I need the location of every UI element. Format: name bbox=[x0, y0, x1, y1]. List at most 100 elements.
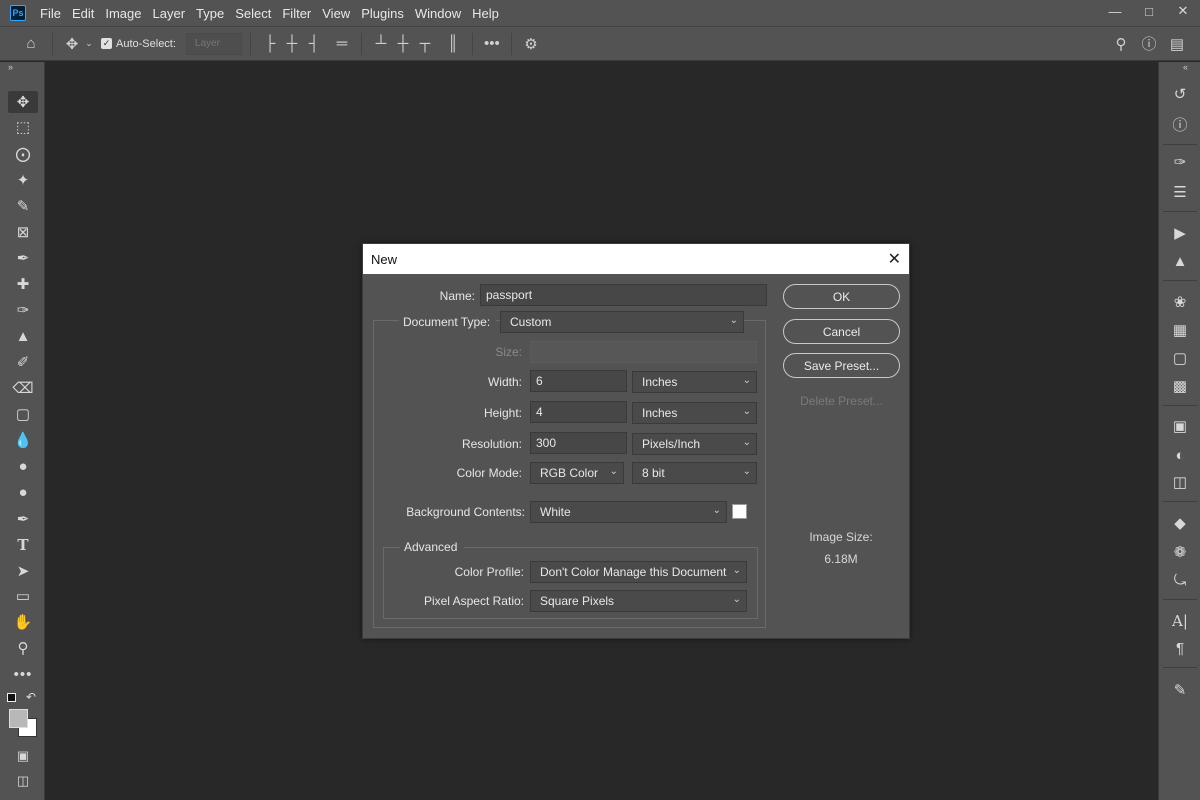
screen-mode-icon[interactable]: ◫ bbox=[8, 770, 38, 792]
menu-file[interactable]: File bbox=[40, 6, 61, 21]
eraser-icon[interactable]: ⌫ bbox=[8, 377, 38, 399]
gradient-icon[interactable]: ▢ bbox=[8, 403, 38, 425]
align-left-icon[interactable]: ├ bbox=[259, 33, 281, 55]
background-color-swatch[interactable] bbox=[732, 504, 747, 519]
blur-icon[interactable]: 💧 bbox=[8, 429, 38, 451]
menu-image[interactable]: Image bbox=[105, 6, 141, 21]
menu-select[interactable]: Select bbox=[235, 6, 271, 21]
color-mode-select[interactable]: RGB Color ⌄ bbox=[530, 462, 624, 484]
color-palette-icon[interactable]: ❀ bbox=[1167, 291, 1193, 313]
healing-icon[interactable]: ✚ bbox=[8, 273, 38, 295]
paths-icon[interactable]: ⤿ bbox=[1167, 569, 1193, 591]
actions-play-icon[interactable]: ▶ bbox=[1167, 222, 1193, 244]
adjustments-icon[interactable]: ◐ bbox=[1167, 444, 1193, 466]
notes-icon[interactable]: ✎ bbox=[1167, 679, 1193, 701]
eyedropper-brush-icon[interactable]: ✎ bbox=[8, 195, 38, 217]
swatches-grid-icon[interactable]: ▦ bbox=[1167, 319, 1193, 341]
collapse-icon[interactable]: « bbox=[1183, 62, 1188, 72]
resolution-unit-select[interactable]: Pixels/Inch ⌄ bbox=[632, 433, 757, 455]
menu-view[interactable]: View bbox=[322, 6, 350, 21]
move-icon[interactable]: ✥ bbox=[8, 91, 38, 113]
cancel-button[interactable]: Cancel bbox=[783, 319, 900, 344]
patterns-icon[interactable]: ▩ bbox=[1167, 375, 1193, 397]
menu-filter[interactable]: Filter bbox=[282, 6, 311, 21]
zoom-icon[interactable]: ⚲ bbox=[8, 637, 38, 659]
more-options-icon[interactable]: ••• bbox=[481, 33, 503, 55]
gear-icon[interactable]: ⚙ bbox=[520, 33, 542, 55]
height-unit-select[interactable]: Inches ⌄ bbox=[632, 402, 757, 424]
default-colors-icon[interactable] bbox=[7, 693, 16, 702]
move-tool-icon[interactable]: ✥ bbox=[61, 33, 83, 55]
align-center-icon[interactable]: ┼ bbox=[281, 33, 303, 55]
pen-icon[interactable]: ✒ bbox=[8, 508, 38, 530]
menu-edit[interactable]: Edit bbox=[72, 6, 94, 21]
rectangle-icon[interactable]: ▭ bbox=[8, 585, 38, 607]
color-profile-select[interactable]: Don't Color Manage this Document ⌄ bbox=[530, 561, 747, 583]
menu-help[interactable]: Help bbox=[472, 6, 499, 21]
quick-mask-icon[interactable]: ▣ bbox=[8, 745, 38, 767]
home-icon[interactable]: ⌂ bbox=[20, 33, 42, 55]
pixel-aspect-select[interactable]: Square Pixels ⌄ bbox=[530, 590, 747, 612]
hand-icon[interactable]: ✋ bbox=[8, 611, 38, 633]
photoshop-logo[interactable]: Ps bbox=[10, 5, 26, 21]
dodge-icon[interactable]: ● bbox=[8, 455, 38, 477]
maximize-icon[interactable]: □ bbox=[1132, 0, 1166, 22]
width-input[interactable]: 6 bbox=[530, 370, 627, 392]
clone-source-icon[interactable]: ▲ bbox=[1167, 250, 1193, 272]
name-input[interactable]: passport bbox=[480, 284, 767, 306]
stamp-icon[interactable]: ▲ bbox=[8, 325, 38, 347]
help-icon[interactable]: ⓘ bbox=[1138, 33, 1160, 55]
smudge-icon[interactable]: ● bbox=[8, 481, 38, 503]
brush-icon[interactable]: ✑ bbox=[8, 299, 38, 321]
menu-window[interactable]: Window bbox=[415, 6, 461, 21]
align-middle-icon[interactable]: ┼ bbox=[392, 33, 414, 55]
type-icon[interactable]: T bbox=[8, 534, 38, 556]
history-brush-icon[interactable]: ✐ bbox=[8, 351, 38, 373]
foreground-color-swatch[interactable] bbox=[9, 709, 28, 728]
workspace-icon[interactable]: ▤ bbox=[1166, 33, 1188, 55]
lasso-icon[interactable]: ⨀ bbox=[8, 143, 38, 165]
width-unit-select[interactable]: Inches ⌄ bbox=[632, 371, 757, 393]
more-icon[interactable]: ••• bbox=[8, 663, 38, 685]
channels-icon[interactable]: ❁ bbox=[1167, 541, 1193, 563]
path-select-icon[interactable]: ➤ bbox=[8, 560, 38, 582]
checkbox-icon[interactable]: ✓ bbox=[101, 38, 112, 49]
align-right-icon[interactable]: ┤ bbox=[303, 33, 325, 55]
paragraph-icon[interactable]: ¶ bbox=[1167, 637, 1193, 659]
close-icon[interactable]: ✕ bbox=[888, 249, 901, 269]
distribute-icon[interactable]: ═ bbox=[331, 33, 353, 55]
collapse-icon[interactable]: » bbox=[8, 62, 13, 72]
background-contents-select[interactable]: White ⌄ bbox=[530, 501, 727, 523]
marquee-icon[interactable]: ⬚ bbox=[8, 116, 38, 138]
layers-icon[interactable]: ◆ bbox=[1167, 512, 1193, 534]
resolution-input[interactable]: 300 bbox=[530, 432, 627, 454]
close-icon[interactable]: ✕ bbox=[1166, 0, 1200, 22]
height-input[interactable]: 4 bbox=[530, 401, 627, 423]
adjust-icon[interactable]: ☰ bbox=[1167, 181, 1193, 203]
eyedropper-icon[interactable]: ✒ bbox=[8, 247, 38, 269]
auto-select-checkbox[interactable]: ✓ Auto-Select: bbox=[101, 38, 176, 50]
info-icon[interactable]: ⓘ bbox=[1167, 113, 1193, 135]
chevron-down-icon[interactable]: ⌄ bbox=[83, 33, 95, 55]
minimize-icon[interactable]: — bbox=[1098, 0, 1132, 22]
distribute-vertical-icon[interactable]: ║ bbox=[442, 33, 464, 55]
properties-icon[interactable]: ◫ bbox=[1167, 471, 1193, 493]
frame-icon[interactable]: ⊠ bbox=[8, 221, 38, 243]
search-icon[interactable]: ⚲ bbox=[1110, 33, 1132, 55]
align-bottom-icon[interactable]: ┬ bbox=[414, 33, 436, 55]
swap-colors-icon[interactable]: ↶ bbox=[26, 690, 36, 704]
align-top-icon[interactable]: ┴ bbox=[370, 33, 392, 55]
save-preset-button[interactable]: Save Preset... bbox=[783, 353, 900, 378]
menu-layer[interactable]: Layer bbox=[153, 6, 186, 21]
brush-settings-icon[interactable]: ✑ bbox=[1167, 151, 1193, 173]
document-type-select[interactable]: Custom ⌄ bbox=[500, 311, 744, 333]
menu-type[interactable]: Type bbox=[196, 6, 224, 21]
gradients-icon[interactable]: ▢ bbox=[1167, 347, 1193, 369]
menu-plugins[interactable]: Plugins bbox=[361, 6, 404, 21]
libraries-icon[interactable]: ▣ bbox=[1167, 415, 1193, 437]
ok-button[interactable]: OK bbox=[783, 284, 900, 309]
character-icon[interactable]: A| bbox=[1167, 610, 1193, 632]
bit-depth-select[interactable]: 8 bit ⌄ bbox=[632, 462, 757, 484]
history-icon[interactable]: ↺ bbox=[1167, 83, 1193, 105]
magic-wand-icon[interactable]: ✦ bbox=[8, 169, 38, 191]
